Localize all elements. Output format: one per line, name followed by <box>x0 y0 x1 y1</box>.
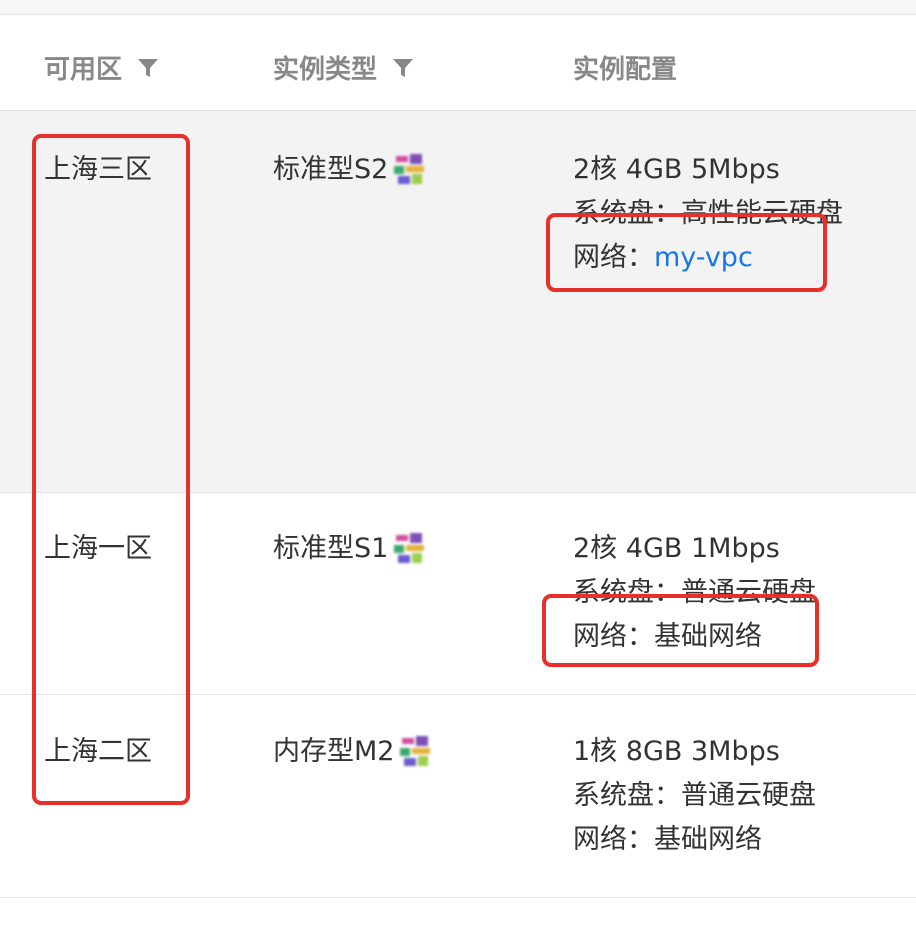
zone-cell: 上海三区 <box>44 154 152 185</box>
type-cell: 内存型M2 <box>273 730 434 774</box>
network-value: 基础网络 <box>654 824 762 855</box>
config-cell: 1核 8GB 3Mbps 系统盘：普通云硬盘 网络：基础网络 <box>573 730 816 862</box>
spec-text: 1核 8GB 3Mbps <box>573 736 780 767</box>
network-label: 网络： <box>573 621 654 652</box>
column-header-type[interactable]: 实例类型 <box>273 49 415 86</box>
instance-type-badge-icon <box>394 533 425 563</box>
filter-icon[interactable] <box>391 56 415 80</box>
table-header: 可用区 实例类型 实例配置 <box>0 15 916 111</box>
filter-icon[interactable] <box>136 56 160 80</box>
disk-value: 高性能云硬盘 <box>681 198 843 229</box>
type-label: 内存型M2 <box>273 736 395 767</box>
instance-type-badge-icon <box>400 736 431 766</box>
network-line: 网络：基础网络 <box>573 818 816 862</box>
spec-text: 2核 4GB 5Mbps <box>573 154 780 185</box>
column-header-type-label: 实例类型 <box>273 55 378 85</box>
zone-cell: 上海一区 <box>44 533 152 564</box>
column-header-config: 实例配置 <box>573 49 677 86</box>
top-strip <box>0 0 916 15</box>
zone-cell: 上海二区 <box>44 736 152 767</box>
instance-type-badge-icon <box>394 154 425 184</box>
disk-line: 系统盘：普通云硬盘 <box>573 571 816 615</box>
network-line: 网络：基础网络 <box>573 615 816 659</box>
disk-value: 普通云硬盘 <box>681 780 816 811</box>
column-header-zone-label: 可用区 <box>44 55 123 85</box>
disk-label: 系统盘： <box>573 780 681 811</box>
table-row[interactable]: 上海二区 内存型M2 1核 8GB 3Mbps 系统盘：普通云硬盘 网络：基础网… <box>0 695 916 898</box>
table-row[interactable]: 上海一区 标准型S1 2核 4GB 1Mbps 系统盘：普通云硬盘 网络：基础网… <box>0 493 916 695</box>
network-line: 网络：my-vpc <box>573 236 843 280</box>
table-row[interactable]: 上海三区 标准型S2 2核 4GB 5Mbps 系统盘：高性能云硬盘 网络：my… <box>0 111 916 493</box>
config-cell: 2核 4GB 5Mbps 系统盘：高性能云硬盘 网络：my-vpc <box>573 148 843 280</box>
disk-label: 系统盘： <box>573 198 681 229</box>
column-header-zone[interactable]: 可用区 <box>44 49 160 86</box>
type-cell: 标准型S1 <box>273 527 428 571</box>
network-value: 基础网络 <box>654 621 762 652</box>
column-header-config-label: 实例配置 <box>573 55 678 85</box>
type-label: 标准型S2 <box>273 154 389 185</box>
network-link[interactable]: my-vpc <box>654 242 753 273</box>
type-label: 标准型S1 <box>273 533 389 564</box>
config-cell: 2核 4GB 1Mbps 系统盘：普通云硬盘 网络：基础网络 <box>573 527 816 659</box>
spec-text: 2核 4GB 1Mbps <box>573 533 780 564</box>
disk-line: 系统盘：普通云硬盘 <box>573 774 816 818</box>
disk-line: 系统盘：高性能云硬盘 <box>573 192 843 236</box>
disk-label: 系统盘： <box>573 577 681 608</box>
network-label: 网络： <box>573 824 654 855</box>
network-label: 网络： <box>573 242 654 273</box>
disk-value: 普通云硬盘 <box>681 577 816 608</box>
type-cell: 标准型S2 <box>273 148 428 192</box>
